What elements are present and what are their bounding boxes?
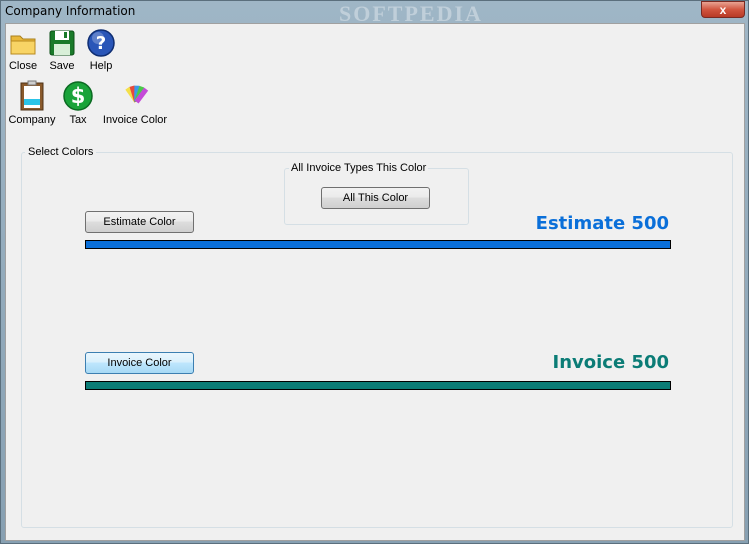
close-toolbar-button[interactable]: Close bbox=[6, 28, 40, 72]
company-section-label: Company bbox=[8, 114, 56, 126]
window-title: Company Information bbox=[5, 4, 136, 18]
folder-icon bbox=[10, 35, 36, 55]
company-information-window: Company Information SOFTPEDIA x Close Sa… bbox=[0, 0, 749, 544]
svg-text:?: ? bbox=[96, 33, 106, 54]
company-section-button[interactable]: Company bbox=[8, 80, 56, 126]
title-bar[interactable]: Company Information SOFTPEDIA x bbox=[1, 1, 748, 26]
main-toolbar: Close Save ? Help bbox=[6, 24, 744, 76]
invoice-color-section-button[interactable]: Invoice Color bbox=[102, 80, 168, 126]
invoice-color-section-label: Invoice Color bbox=[102, 114, 168, 126]
svg-text:$: $ bbox=[71, 84, 86, 108]
floppy-disk-icon bbox=[49, 30, 75, 56]
estimate-color-bar bbox=[85, 240, 671, 249]
tax-section-label: Tax bbox=[69, 114, 87, 126]
dollar-icon: $ bbox=[63, 81, 93, 111]
invoice-color-button[interactable]: Invoice Color bbox=[85, 352, 194, 374]
all-this-color-button[interactable]: All This Color bbox=[321, 187, 430, 209]
all-invoice-types-label: All Invoice Types This Color bbox=[289, 162, 429, 174]
help-icon: ? bbox=[87, 29, 115, 57]
select-colors-label: Select Colors bbox=[25, 146, 97, 158]
clipboard-icon bbox=[20, 80, 44, 111]
help-toolbar-label: Help bbox=[89, 60, 113, 72]
invoice-preview-text: Invoice 500 bbox=[552, 352, 670, 373]
estimate-preview-text: Estimate 500 bbox=[535, 213, 669, 234]
estimate-color-button[interactable]: Estimate Color bbox=[85, 211, 194, 233]
close-toolbar-label: Close bbox=[8, 60, 38, 72]
save-toolbar-button[interactable]: Save bbox=[45, 28, 79, 72]
invoice-color-bar bbox=[85, 381, 671, 390]
client-area: Close Save ? Help Company $ Tax Invoice … bbox=[5, 23, 745, 541]
close-icon: x bbox=[719, 3, 727, 17]
help-toolbar-button[interactable]: ? Help bbox=[84, 28, 118, 72]
tax-section-button[interactable]: $ Tax bbox=[62, 80, 94, 126]
section-toolbar: Company $ Tax Invoice Color bbox=[6, 76, 744, 132]
color-palette-icon bbox=[125, 85, 149, 104]
save-toolbar-label: Save bbox=[49, 60, 75, 72]
window-close-button[interactable]: x bbox=[701, 1, 745, 18]
